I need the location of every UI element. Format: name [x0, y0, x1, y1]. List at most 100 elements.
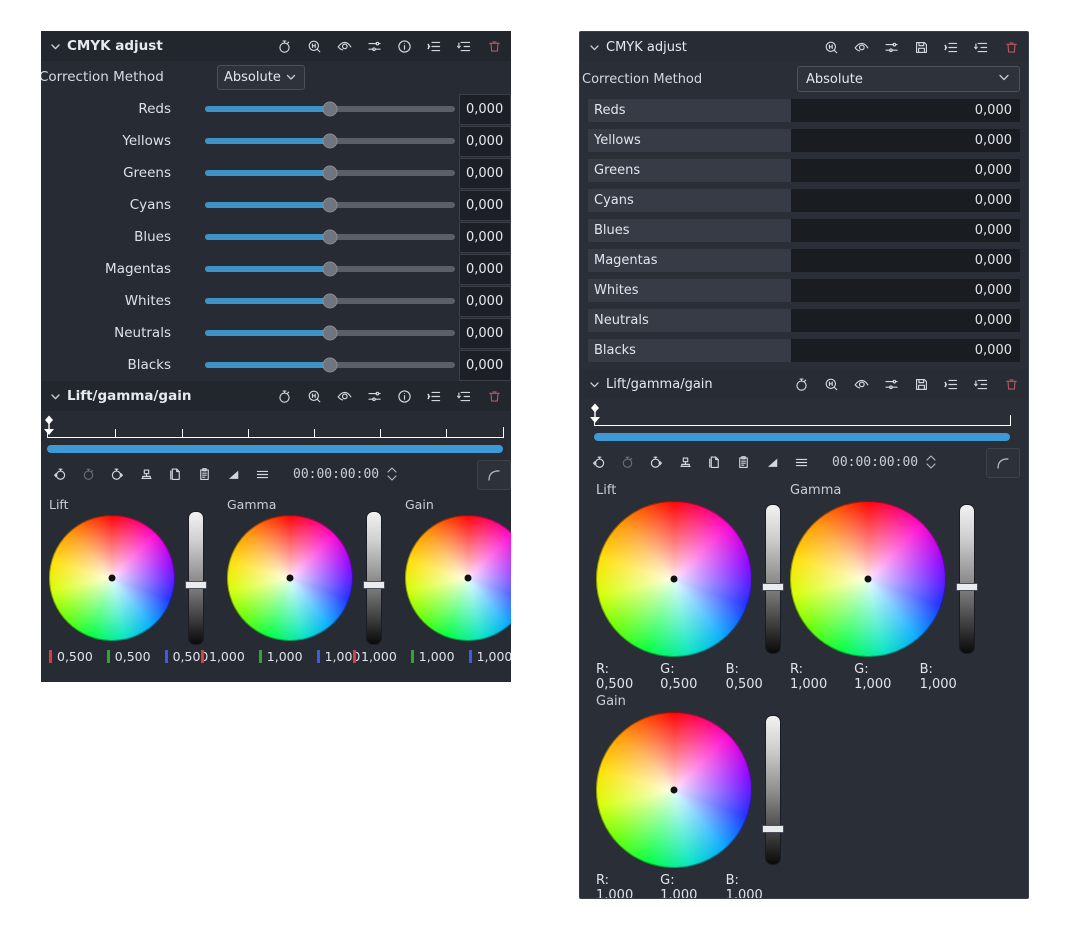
timecode-field[interactable]: 00:00:00:00	[293, 467, 379, 482]
slider-handle[interactable]	[323, 326, 338, 341]
zoom-keyframe-icon[interactable]	[306, 38, 323, 55]
next-keyframe-icon[interactable]	[646, 453, 666, 471]
indent-decrease-icon[interactable]	[456, 38, 473, 55]
slider-value-field[interactable]: 0,000	[459, 318, 511, 349]
luminance-slider-lift[interactable]	[183, 511, 209, 645]
ramp-triangle-icon[interactable]	[223, 465, 243, 483]
right-cmyk-section-header[interactable]: CMYK adjust	[580, 32, 1028, 62]
paste-clipboard-icon[interactable]	[194, 465, 214, 483]
indent-increase-icon[interactable]	[426, 38, 443, 55]
luminance-slider-handle[interactable]	[762, 583, 784, 591]
luminance-slider-gamma[interactable]	[954, 504, 980, 654]
slider-handle[interactable]	[323, 198, 338, 213]
slider-value-field[interactable]: 0,000	[459, 254, 511, 285]
reset-stopwatch-icon[interactable]	[276, 38, 293, 55]
eye-visibility-icon[interactable]	[853, 376, 870, 393]
zoom-keyframe-icon[interactable]	[306, 388, 323, 405]
chevron-down-icon[interactable]	[586, 39, 602, 55]
copy-icon[interactable]	[704, 453, 724, 471]
value-row[interactable]: Neutrals 0,000	[588, 309, 1020, 332]
color-wheel-center-dot[interactable]	[287, 575, 294, 582]
save-floppy-icon[interactable]	[913, 39, 930, 56]
easing-curve-icon[interactable]	[986, 448, 1020, 478]
playhead-marker-icon[interactable]	[588, 403, 602, 433]
reset-stopwatch-icon[interactable]	[793, 376, 810, 393]
info-circle-icon[interactable]	[396, 388, 413, 405]
value-row[interactable]: Blacks 0,000	[588, 339, 1020, 362]
right-correction-method-select[interactable]: Absolute	[797, 66, 1020, 92]
color-wheel-center-dot[interactable]	[671, 576, 678, 583]
slider-value-field[interactable]: 0,000	[459, 222, 511, 253]
indent-decrease-icon[interactable]	[973, 39, 990, 56]
slider-value-field[interactable]: 0,000	[459, 350, 511, 381]
right-lgg-section-header[interactable]: Lift/gamma/gain	[580, 369, 1028, 399]
sliders-settings-icon[interactable]	[883, 39, 900, 56]
color-wheel-center-dot[interactable]	[109, 575, 116, 582]
chevron-down-icon[interactable]	[586, 376, 602, 392]
slider-handle[interactable]	[323, 262, 338, 277]
rgb-channel-g[interactable]: 1,000	[259, 649, 303, 664]
paste-clipboard-icon[interactable]	[733, 453, 753, 471]
easing-curve-icon[interactable]	[477, 460, 511, 490]
color-wheel[interactable]	[405, 515, 511, 641]
indent-increase-icon[interactable]	[426, 388, 443, 405]
previous-keyframe-icon[interactable]	[49, 465, 69, 483]
slider-magentas[interactable]	[205, 253, 455, 285]
slider-handle[interactable]	[323, 230, 338, 245]
indent-increase-icon[interactable]	[943, 376, 960, 393]
value-row[interactable]: Blues 0,000	[588, 219, 1020, 242]
slider-blues[interactable]	[205, 221, 455, 253]
slider-handle[interactable]	[323, 166, 338, 181]
value-row[interactable]: Yellows 0,000	[588, 129, 1020, 152]
slider-neutrals[interactable]	[205, 317, 455, 349]
rgb-channel-text[interactable]: G: 1,000	[660, 873, 709, 899]
add-keyframe-icon[interactable]	[78, 465, 98, 483]
left-lgg-section-header[interactable]: Lift/gamma/gain	[41, 381, 511, 411]
slider-handle[interactable]	[323, 294, 338, 309]
rgb-channel-r[interactable]: 1,000	[201, 649, 245, 664]
playhead-marker-icon[interactable]	[42, 415, 56, 445]
color-wheel-center-dot[interactable]	[671, 787, 678, 794]
sliders-settings-icon[interactable]	[366, 388, 383, 405]
next-keyframe-icon[interactable]	[107, 465, 127, 483]
slider-value-field[interactable]: 0,000	[459, 158, 511, 189]
trash-delete-icon[interactable]	[486, 388, 503, 405]
value-row[interactable]: Greens 0,000	[588, 159, 1020, 182]
rgb-channel-text[interactable]: B: 1,000	[920, 662, 968, 692]
rgb-channel-text[interactable]: G: 1,000	[854, 662, 903, 692]
sliders-settings-icon[interactable]	[883, 376, 900, 393]
anchor-stamp-icon[interactable]	[136, 465, 156, 483]
ramp-triangle-icon[interactable]	[762, 453, 782, 471]
rgb-channel-text[interactable]: B: 0,500	[726, 662, 774, 692]
slider-value-field[interactable]: 0,000	[459, 126, 511, 157]
slider-blacks[interactable]	[205, 349, 455, 381]
color-wheel[interactable]	[49, 515, 175, 641]
reset-stopwatch-icon[interactable]	[276, 388, 293, 405]
slider-value-field[interactable]: 0,000	[459, 286, 511, 317]
slider-yellows[interactable]	[205, 125, 455, 157]
copy-icon[interactable]	[165, 465, 185, 483]
rgb-channel-text[interactable]: R: 1,000	[596, 873, 644, 899]
indent-increase-icon[interactable]	[943, 39, 960, 56]
zoom-keyframe-icon[interactable]	[823, 376, 840, 393]
slider-handle[interactable]	[323, 102, 338, 117]
timeline-progress-bar[interactable]	[594, 433, 1010, 441]
slider-handle[interactable]	[323, 358, 338, 373]
trash-delete-icon[interactable]	[486, 38, 503, 55]
indent-decrease-icon[interactable]	[973, 376, 990, 393]
info-circle-icon[interactable]	[396, 38, 413, 55]
luminance-slider-handle[interactable]	[956, 583, 978, 591]
left-correction-method-select[interactable]: Absolute	[217, 65, 305, 90]
color-wheel[interactable]	[596, 501, 752, 657]
rgb-channel-text[interactable]: R: 1,000	[790, 662, 838, 692]
rgb-channel-text[interactable]: G: 0,500	[660, 662, 709, 692]
luminance-slider-lift[interactable]	[760, 504, 786, 654]
save-floppy-icon[interactable]	[913, 376, 930, 393]
add-keyframe-icon[interactable]	[617, 453, 637, 471]
value-row[interactable]: Cyans 0,000	[588, 189, 1020, 212]
eye-visibility-icon[interactable]	[853, 39, 870, 56]
slider-value-field[interactable]: 0,000	[459, 190, 511, 221]
value-row[interactable]: Whites 0,000	[588, 279, 1020, 302]
sliders-settings-icon[interactable]	[366, 38, 383, 55]
timeline-ruler[interactable]	[594, 413, 1010, 427]
